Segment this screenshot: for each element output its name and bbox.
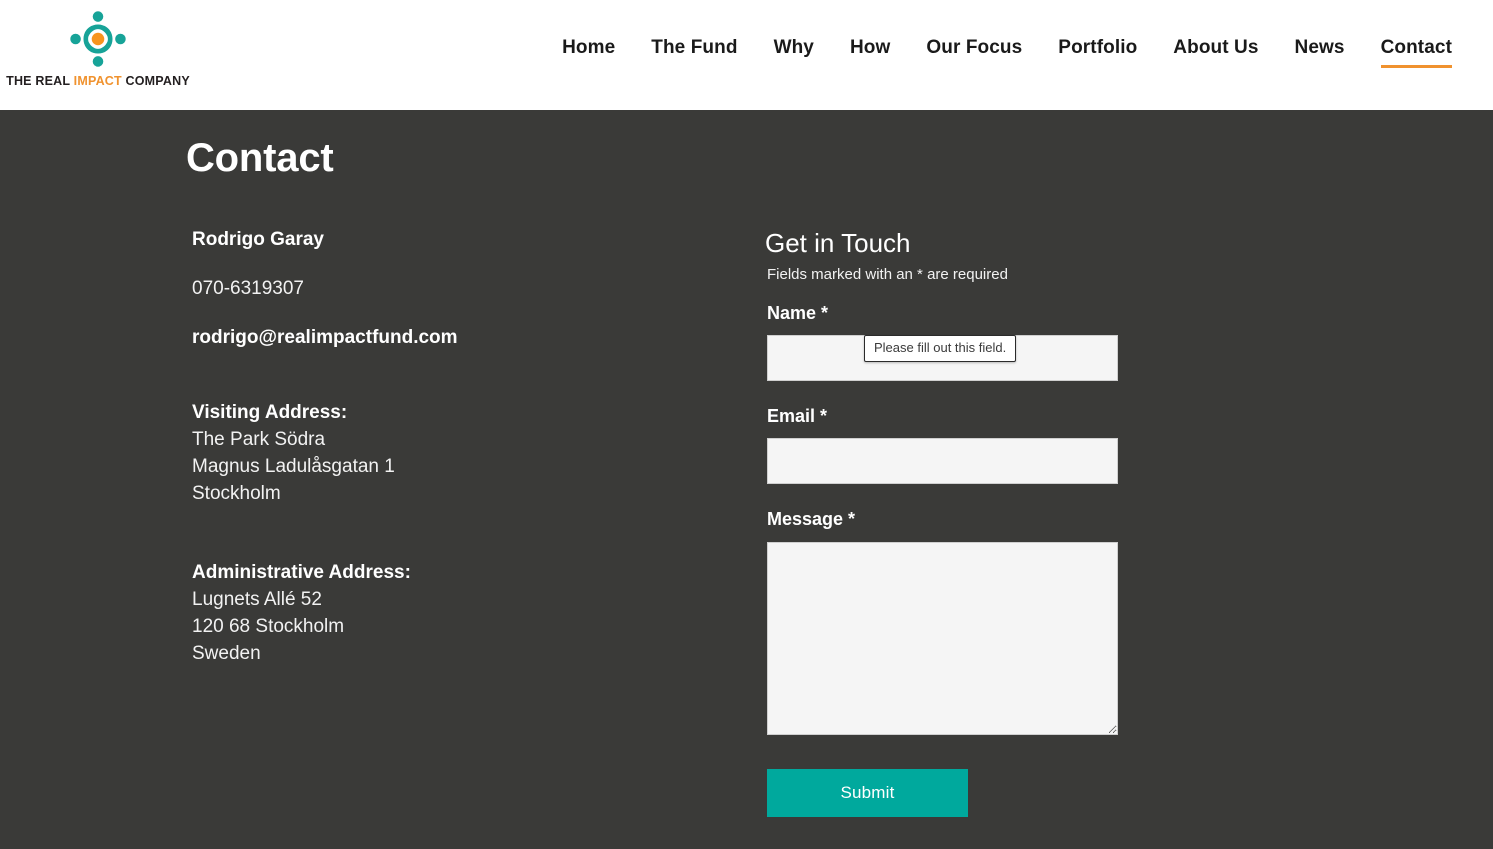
administrative-address-line-3: Sweden [192,643,261,665]
page-body: Contact Rodrigo Garay 070-6319307 rodrig… [0,110,1493,849]
people-circle-logo-icon [65,6,131,72]
nav-item-our-focus[interactable]: Our Focus [908,37,1040,68]
administrative-address-block: Administrative Address: Lugnets Allé 52 … [192,559,761,667]
nav-item-portfolio[interactable]: Portfolio [1040,37,1155,68]
nav-item-the-fund[interactable]: The Fund [633,37,755,68]
content-columns: Rodrigo Garay 070-6319307 rodrigo@realim… [0,182,1493,817]
visiting-address-line-3: Stockholm [192,483,281,505]
contact-phone: 070-6319307 [192,277,304,299]
email-input[interactable] [767,438,1118,485]
validation-tooltip: Please fill out this field. [864,334,1017,362]
required-fields-note: Fields marked with an * are required [767,266,1008,284]
contact-info-column: Rodrigo Garay 070-6319307 rodrigo@realim… [186,228,761,817]
main-navigation: Home The Fund Why How Our Focus Portfoli… [544,37,1453,68]
contact-form: Name * Please fill out this field. Email… [761,302,1161,817]
brand-text-accent: IMPACT [73,74,122,88]
form-heading: Get in Touch [765,228,911,258]
visiting-address-block: Visiting Address: The Park Södra Magnus … [192,399,761,507]
contact-email-link[interactable]: rodrigo@realimpactfund.com [192,326,458,351]
brand-wordmark: THE REAL IMPACT COMPANY [6,74,190,88]
message-field-label: Message * [767,509,856,530]
brand-text-part1: THE REAL [6,74,74,88]
nav-item-about-us[interactable]: About Us [1155,37,1276,68]
nav-item-how[interactable]: How [832,37,908,68]
submit-button[interactable]: Submit [767,768,968,817]
nav-item-news[interactable]: News [1277,37,1363,68]
contact-person-name: Rodrigo Garay [192,229,324,250]
message-field-group: Message * [761,508,1161,735]
name-field-label: Name * [767,302,829,323]
visiting-address-line-2: Magnus Ladulåsgatan 1 [192,456,395,478]
site-header: THE REAL IMPACT COMPANY Home The Fund Wh… [0,0,1493,110]
message-textarea[interactable] [767,541,1118,735]
nav-item-why[interactable]: Why [756,37,832,68]
administrative-address-line-1: Lugnets Allé 52 [192,589,322,611]
administrative-address-heading: Administrative Address: [192,562,411,584]
brand-logo[interactable]: THE REAL IMPACT COMPANY [6,6,190,88]
visiting-address-line-1: The Park Södra [192,429,326,451]
contact-form-column: Get in Touch Fields marked with an * are… [761,228,1161,817]
page-title: Contact [186,136,334,180]
email-field-label: Email * [767,406,828,427]
nav-item-contact[interactable]: Contact [1363,37,1453,68]
brand-text-part3: COMPANY [121,74,190,88]
email-field-group: Email * [761,405,1161,485]
name-field-group: Name * Please fill out this field. [761,302,1161,382]
visiting-address-heading: Visiting Address: [192,402,348,424]
nav-item-home[interactable]: Home [544,37,633,68]
administrative-address-line-2: 120 68 Stockholm [192,616,345,638]
